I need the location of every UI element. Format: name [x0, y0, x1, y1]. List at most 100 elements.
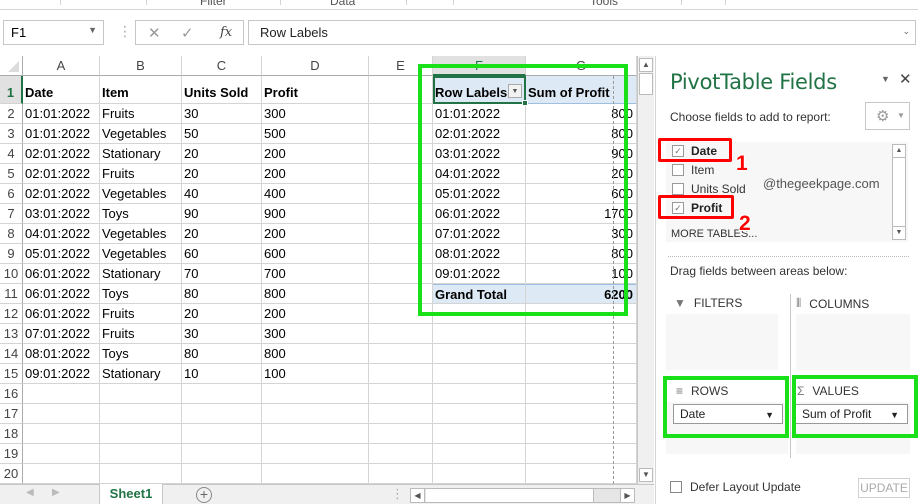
cell[interactable] [369, 404, 433, 424]
cell[interactable] [100, 424, 182, 444]
row-header[interactable]: 10 [0, 264, 23, 284]
columns-drop-zone[interactable] [796, 314, 910, 370]
data-cell[interactable]: 09:01:2022 [23, 364, 100, 384]
data-cell[interactable]: Vegetables [100, 244, 182, 264]
cell[interactable] [262, 464, 369, 484]
data-cell[interactable]: Toys [100, 344, 182, 364]
cell[interactable] [369, 344, 433, 364]
cell[interactable] [369, 424, 433, 444]
data-cell[interactable]: 30 [182, 104, 262, 124]
scroll-right-icon[interactable]: ▶ [620, 489, 634, 502]
defer-layout-update[interactable]: Defer Layout Update [670, 480, 801, 494]
header-cell[interactable]: Item [100, 76, 182, 104]
data-cell[interactable]: 800 [262, 284, 369, 304]
row-header[interactable]: 2 [0, 104, 23, 124]
tab-splitter-icon[interactable]: ⋮ [391, 486, 404, 502]
row-header[interactable]: 13 [0, 324, 23, 344]
add-sheet-icon[interactable]: + [196, 487, 212, 503]
vertical-scrollbar[interactable]: ▲ ▼ [637, 56, 654, 484]
data-cell[interactable]: 800 [262, 344, 369, 364]
row-header[interactable]: 8 [0, 224, 23, 244]
row-header[interactable]: 3 [0, 124, 23, 144]
scroll-left-icon[interactable]: ◀ [411, 489, 425, 502]
data-cell[interactable]: 80 [182, 284, 262, 304]
data-cell[interactable]: 06:01:2022 [23, 284, 100, 304]
cell[interactable] [23, 404, 100, 424]
checkbox-icon[interactable] [672, 183, 684, 195]
column-header-d[interactable]: D [262, 56, 369, 76]
field-item[interactable]: Item [672, 161, 714, 179]
data-cell[interactable]: Stationary [100, 144, 182, 164]
data-cell[interactable]: 200 [262, 304, 369, 324]
cell[interactable] [433, 424, 526, 444]
data-cell[interactable]: Fruits [100, 104, 182, 124]
cell[interactable] [433, 324, 526, 344]
cell[interactable] [526, 364, 637, 384]
data-cell[interactable]: 02:01:2022 [23, 144, 100, 164]
data-cell[interactable]: 60 [182, 244, 262, 264]
data-cell[interactable]: 01:01:2022 [23, 124, 100, 144]
row-header[interactable]: 19 [0, 444, 23, 464]
close-icon[interactable]: ✕ [899, 70, 912, 88]
row-header[interactable]: 12 [0, 304, 23, 324]
cell[interactable] [23, 464, 100, 484]
data-cell[interactable]: 500 [262, 124, 369, 144]
cell[interactable] [100, 404, 182, 424]
cell[interactable] [182, 444, 262, 464]
panel-options-icon[interactable]: ▼ [881, 74, 890, 84]
header-cell[interactable]: Date [23, 76, 100, 104]
data-cell[interactable]: 20 [182, 144, 262, 164]
cell[interactable] [433, 384, 526, 404]
data-cell[interactable]: 90 [182, 204, 262, 224]
select-all-button[interactable] [0, 56, 23, 76]
data-cell[interactable]: 06:01:2022 [23, 304, 100, 324]
cell[interactable] [433, 464, 526, 484]
data-cell[interactable]: 300 [262, 324, 369, 344]
row-header[interactable]: 16 [0, 384, 23, 404]
data-cell[interactable]: Stationary [100, 364, 182, 384]
next-sheet-icon[interactable]: ▶ [52, 487, 60, 498]
scroll-up-icon[interactable]: ▲ [893, 145, 905, 158]
cell[interactable] [100, 464, 182, 484]
insert-function-icon[interactable]: fx [220, 25, 232, 40]
data-cell[interactable]: 300 [262, 104, 369, 124]
data-cell[interactable]: Stationary [100, 264, 182, 284]
column-header-c[interactable]: C [182, 56, 262, 76]
checkbox-icon[interactable] [672, 164, 684, 176]
update-button[interactable]: UPDATE [858, 478, 910, 498]
row-header[interactable]: 1 [0, 76, 23, 104]
data-cell[interactable]: 200 [262, 224, 369, 244]
data-cell[interactable]: 06:01:2022 [23, 264, 100, 284]
enter-icon[interactable]: ✓ [181, 24, 194, 42]
row-header[interactable]: 20 [0, 464, 23, 484]
row-header[interactable]: 4 [0, 144, 23, 164]
data-cell[interactable]: 200 [262, 164, 369, 184]
row-header[interactable]: 5 [0, 164, 23, 184]
cell[interactable] [433, 444, 526, 464]
cell[interactable] [526, 464, 637, 484]
cell[interactable] [526, 344, 637, 364]
expand-formula-bar-icon[interactable]: ⌄ [902, 26, 910, 37]
chevron-down-icon[interactable]: ▼ [88, 25, 97, 35]
cell[interactable] [182, 424, 262, 444]
cell[interactable] [23, 424, 100, 444]
data-cell[interactable]: Vegetables [100, 124, 182, 144]
data-cell[interactable]: Fruits [100, 324, 182, 344]
cell[interactable] [433, 404, 526, 424]
cell[interactable] [262, 424, 369, 444]
cell[interactable] [182, 404, 262, 424]
cell[interactable] [182, 464, 262, 484]
cell[interactable] [23, 384, 100, 404]
data-cell[interactable]: 02:01:2022 [23, 184, 100, 204]
cancel-icon[interactable]: ✕ [148, 24, 161, 42]
cell[interactable] [262, 404, 369, 424]
cell[interactable] [100, 384, 182, 404]
header-cell[interactable]: Profit [262, 76, 369, 104]
data-cell[interactable]: 50 [182, 124, 262, 144]
data-cell[interactable]: Vegetables [100, 224, 182, 244]
name-box[interactable]: F1 ▼ [3, 20, 104, 45]
data-cell[interactable]: 700 [262, 264, 369, 284]
prev-sheet-icon[interactable]: ◀ [26, 487, 34, 498]
cell[interactable] [369, 444, 433, 464]
formula-input[interactable]: Row Labels ⌄ [248, 20, 916, 45]
